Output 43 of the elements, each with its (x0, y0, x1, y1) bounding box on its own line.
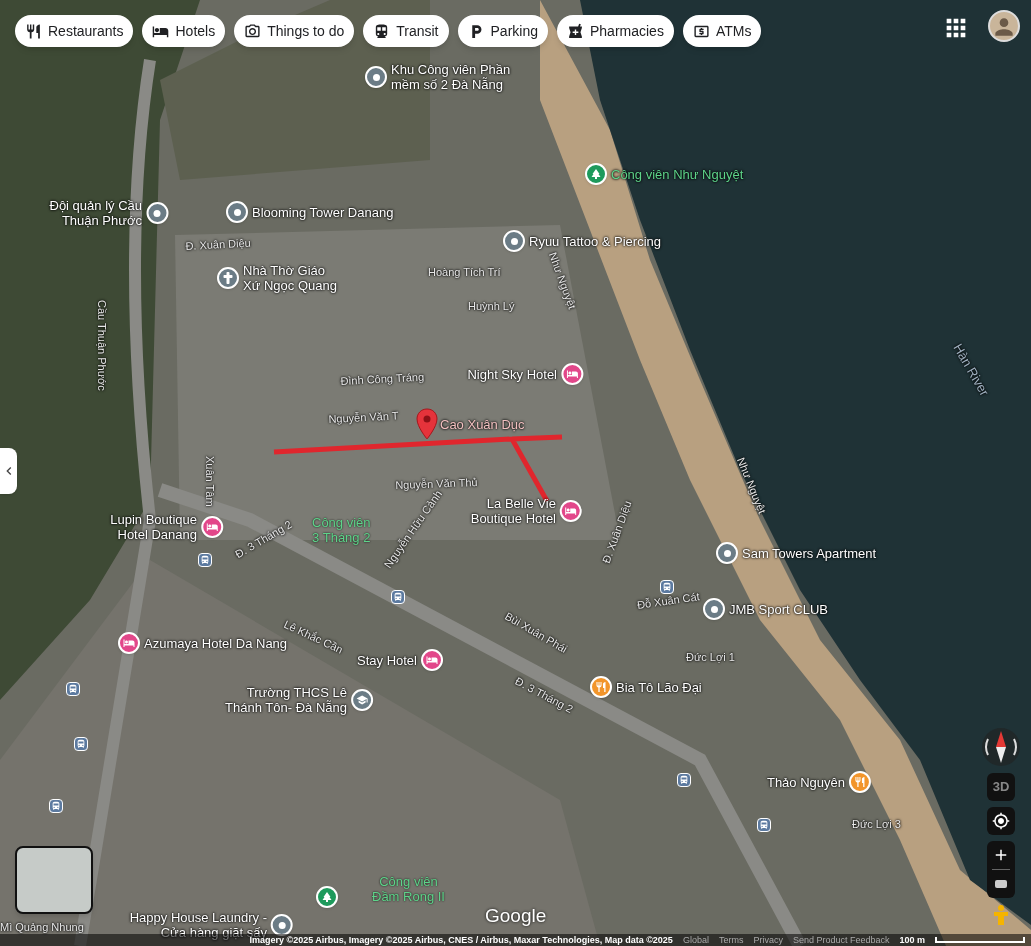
tilt-3d-button[interactable]: 3D (987, 773, 1015, 801)
place-label[interactable]: Nhà Thờ Giáo Xứ Ngọc Quang (243, 263, 337, 293)
scale-label: 100 m (899, 934, 925, 946)
place-label[interactable]: JMB Sport CLUB (729, 601, 828, 617)
street-label: Huỳnh Lý (468, 299, 515, 314)
place-label[interactable]: Night Sky Hotel (467, 366, 557, 382)
category-chip[interactable]: Hotels (142, 15, 226, 47)
category-chip[interactable]: ATMs (682, 15, 762, 47)
street-label: Cầu Thuận Phước (95, 300, 109, 391)
footer-link[interactable]: Privacy (753, 934, 783, 946)
place-label[interactable]: Lupin Boutique Hotel Danang (110, 512, 197, 542)
place-label[interactable]: Stay Hotel (357, 652, 417, 668)
street-label: Hoàng Tích Trí (428, 265, 501, 280)
street-label: Xuân Tâm (203, 456, 217, 507)
footer-link[interactable]: Global (682, 934, 709, 946)
street-label: Đ. Xuân Diệu (598, 498, 635, 566)
selected-place-label: Cao Xuân Dục (440, 416, 525, 434)
category-chip[interactable]: Restaurants (15, 15, 134, 47)
place-label[interactable]: La Belle Vie Boutique Hotel (470, 496, 556, 526)
place-label[interactable]: Bia Tô Lão Đại (616, 679, 702, 695)
place-label[interactable]: Thảo Nguyên (766, 774, 845, 790)
place-label[interactable]: Trường THCS Lê Thánh Tôn- Đà Nẵng (225, 685, 347, 715)
category-chip[interactable]: Transit (363, 15, 449, 47)
category-chip[interactable]: Parking (457, 15, 548, 47)
place-label[interactable]: Khu Công viên Phần mềm số 2 Đà Nẵng (391, 62, 511, 92)
street-label: Đức Lợi 1 (686, 650, 735, 665)
park-label: Công viên 3 Tháng 2 (312, 515, 371, 545)
place-label[interactable]: Blooming Tower Danang (252, 204, 394, 220)
street-label: Mì Quảng Nhung (0, 920, 84, 935)
google-logo: Google (485, 904, 547, 928)
category-chip[interactable]: Pharmacies (557, 15, 674, 47)
footer-link[interactable]: Send Product Feedback (792, 934, 890, 946)
place-label[interactable]: Azumaya Hotel Da Nang (144, 635, 288, 651)
street-label: Như Nguyệt (545, 250, 580, 312)
park-label: Công viên Đầm Rong II (372, 874, 445, 904)
street-label: Đ. Xuân Diệu (185, 235, 252, 254)
street-label: Đỗ Xuân Cát (636, 589, 701, 613)
place-label[interactable]: Đội quản lý Cầu Thuận Phước (49, 198, 142, 228)
footer-link[interactable]: Terms (718, 934, 744, 946)
street-label: Nguyễn Văn T (328, 408, 399, 427)
category-chip[interactable]: Things to do (234, 15, 355, 47)
street-label: Đình Công Tráng (340, 369, 425, 389)
street-label: Đức Lợi 3 (852, 817, 901, 832)
